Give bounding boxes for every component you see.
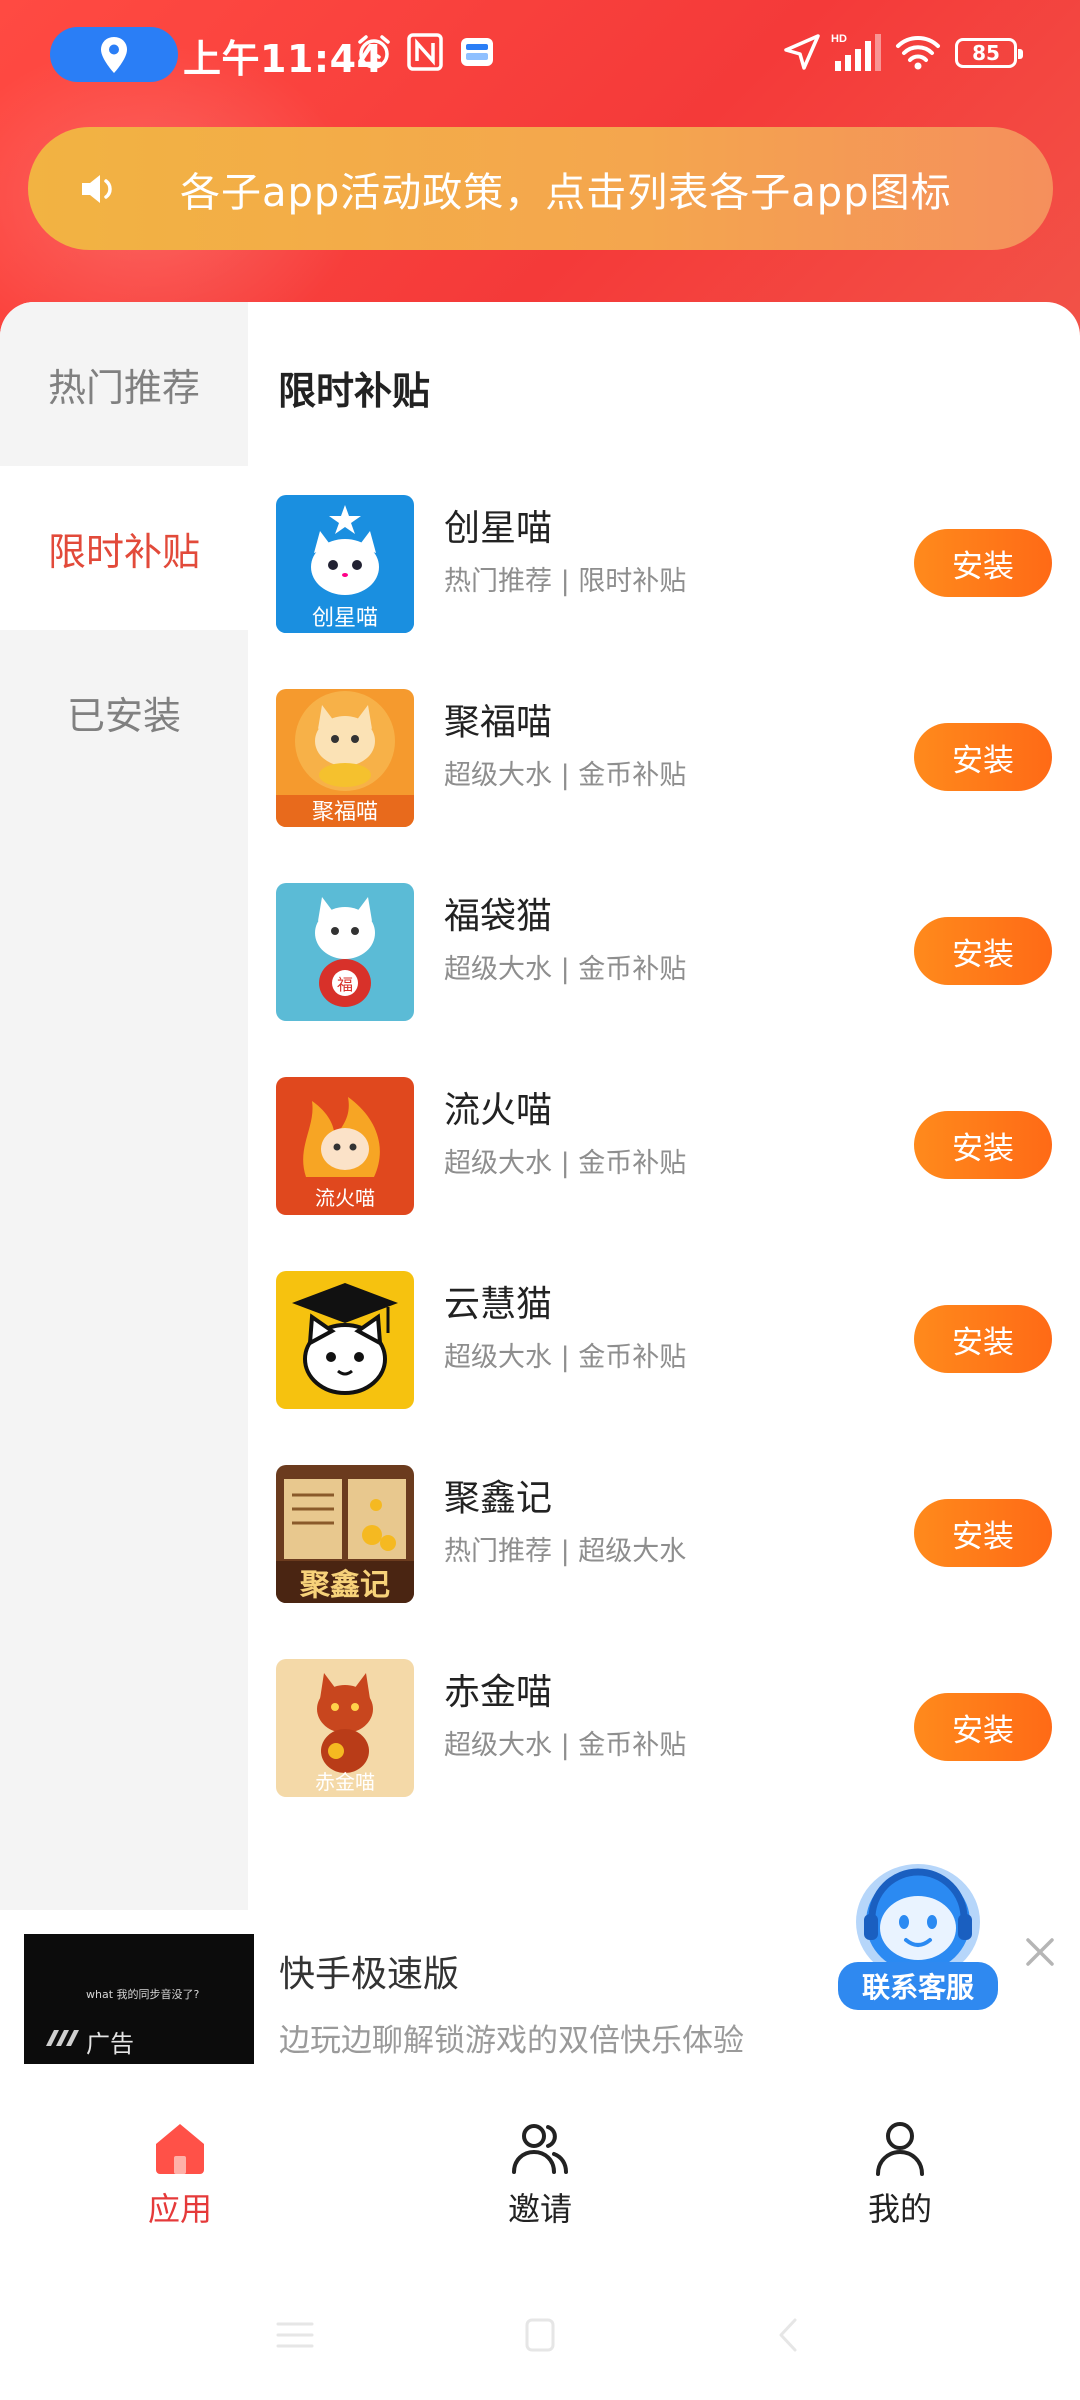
app-icon-label: 聚鑫记: [299, 1568, 390, 1603]
install-button[interactable]: 安装: [914, 723, 1052, 791]
sidebar-item-limited-subsidy[interactable]: 限时补贴: [0, 466, 248, 630]
install-button[interactable]: 安装: [914, 1305, 1052, 1373]
app-screen: 上午11:44 HD 85 各子app活动政策，点击列表各子app图标 热门推荐: [0, 0, 1080, 2400]
battery-level: 85: [972, 41, 1000, 65]
app-tags: 超级大水 | 金币补贴: [444, 954, 687, 985]
cell-signal-icon: HD: [830, 30, 884, 74]
notice-bar[interactable]: 各子app活动政策，点击列表各子app图标: [28, 127, 1053, 250]
app-tags: 热门推荐 | 限时补贴: [444, 566, 687, 597]
customer-service-button[interactable]: 联系客服: [838, 1858, 998, 2020]
cat-fire-app-icon[interactable]: 流火喵: [276, 1077, 414, 1215]
speaker-icon: [78, 164, 128, 214]
app-name: 创星喵: [444, 508, 553, 549]
alarm-icon: [352, 30, 396, 74]
app-name: 福袋猫: [444, 896, 553, 937]
app-row-chijinmiao: 赤金喵 赤金喵 超级大水 | 金币补贴 安装: [276, 1659, 1066, 1853]
ad-title: 快手极速版: [279, 1954, 460, 1995]
hd-badge: HD: [831, 33, 847, 45]
book-coins-app-icon[interactable]: 聚鑫记: [276, 1465, 414, 1603]
status-bar: 上午11:44 HD 85: [0, 0, 1080, 110]
bottom-nav: 应用 邀请 我的: [0, 2070, 1080, 2270]
app-row-jufumiao: 聚福喵 聚福喵 超级大水 | 金币补贴 安装: [276, 689, 1066, 883]
app-tags: 超级大水 | 金币补贴: [444, 760, 687, 791]
cat-lucky-bag-app-icon[interactable]: 福: [276, 883, 414, 1021]
app-name: 聚鑫记: [444, 1478, 553, 1519]
ad-thumbnail[interactable]: what 我的同步音没了? 广告: [24, 1934, 254, 2064]
app-tags: 超级大水 | 金币补贴: [444, 1342, 687, 1373]
main-panel: 热门推荐 限时补贴 已安装 限时补贴 创星喵 创星喵 热门推荐 | 限时补贴 安…: [0, 302, 1080, 1910]
ad-description: 边玩边聊解锁游戏的双倍快乐体验: [279, 2023, 744, 2059]
battery-icon: 85: [955, 38, 1023, 68]
install-button[interactable]: 安装: [914, 917, 1052, 985]
nav-item-invite[interactable]: 邀请: [440, 2118, 640, 2230]
kuaishou-logo-icon: [46, 2030, 79, 2046]
svg-text:福: 福: [337, 975, 353, 994]
cat-star-app-icon[interactable]: 创星喵: [276, 495, 414, 633]
app-tags: 超级大水 | 金币补贴: [444, 1148, 687, 1179]
location-pin-icon[interactable]: [50, 27, 178, 82]
app-name: 云慧猫: [444, 1284, 553, 1325]
app-content: 限时补贴 创星喵 创星喵 热门推荐 | 限时补贴 安装 聚福喵 聚福喵 超级大水…: [248, 302, 1080, 1910]
cat-graduation-cap-app-icon[interactable]: [276, 1271, 414, 1409]
wifi-icon: [893, 30, 943, 74]
app-row-fudaimao: 福 福袋猫 超级大水 | 金币补贴 安装: [276, 883, 1066, 1077]
ad-label: 广告: [86, 2030, 134, 2058]
menu-icon[interactable]: [270, 2310, 320, 2360]
home-icon: [156, 2124, 204, 2174]
install-button[interactable]: 安装: [914, 1499, 1052, 1567]
ad-thumbnail-caption: what 我的同步音没了?: [86, 1988, 200, 2001]
app-icon-label: 流火喵: [315, 1186, 375, 1210]
sidebar-item-hot[interactable]: 热门推荐: [0, 302, 248, 466]
app-list: 创星喵 创星喵 热门推荐 | 限时补贴 安装 聚福喵 聚福喵 超级大水 | 金币…: [276, 495, 1066, 1853]
nav-label: 我的: [867, 2190, 932, 2228]
navigation-arrow-icon: [780, 30, 824, 74]
sidebar-item-installed[interactable]: 已安装: [0, 630, 248, 794]
nav-label: 应用: [147, 2190, 212, 2228]
nav-label: 邀请: [507, 2190, 572, 2228]
app-icon-label: 创星喵: [312, 606, 378, 631]
install-button[interactable]: 安装: [914, 1111, 1052, 1179]
app-row-liuhuomiao: 流火喵 流火喵 超级大水 | 金币补贴 安装: [276, 1077, 1066, 1271]
app-name: 赤金喵: [444, 1672, 553, 1713]
install-button[interactable]: 安装: [914, 1693, 1052, 1761]
cat-gold-ingot-app-icon[interactable]: 聚福喵: [276, 689, 414, 827]
notice-text: 各子app活动政策，点击列表各子app图标: [180, 169, 952, 216]
nav-item-apps[interactable]: 应用: [80, 2118, 280, 2230]
system-navigation-bar: [0, 2270, 1080, 2400]
app-row-chuangxingmiao: 创星喵 创星喵 热门推荐 | 限时补贴 安装: [276, 495, 1066, 689]
section-title: 限时补贴: [278, 369, 431, 413]
customer-service-label: 联系客服: [838, 1962, 998, 2010]
install-button[interactable]: 安装: [914, 529, 1052, 597]
app-row-juxinji: 聚鑫记 聚鑫记 热门推荐 | 超级大水 安装: [276, 1465, 1066, 1659]
users-icon: [512, 2124, 568, 2174]
app-icon-label: 赤金喵: [315, 1770, 375, 1794]
user-icon: [876, 2122, 924, 2176]
app-name: 流火喵: [444, 1090, 553, 1131]
home-square-icon[interactable]: [515, 2310, 565, 2360]
nav-item-mine[interactable]: 我的: [800, 2118, 1000, 2230]
app-name: 聚福喵: [444, 702, 553, 743]
back-icon[interactable]: [765, 2310, 815, 2360]
app-tags: 热门推荐 | 超级大水: [444, 1536, 687, 1567]
red-gold-cat-app-icon[interactable]: 赤金喵: [276, 1659, 414, 1797]
wallet-icon: [457, 30, 497, 74]
nfc-icon: [405, 30, 445, 74]
app-icon-label: 聚福喵: [312, 800, 378, 825]
app-tags: 超级大水 | 金币补贴: [444, 1730, 687, 1761]
app-row-yunhuimao: 云慧猫 超级大水 | 金币补贴 安装: [276, 1271, 1066, 1465]
close-icon[interactable]: [1020, 1932, 1060, 1972]
category-sidebar: 热门推荐 限时补贴 已安装: [0, 302, 248, 1910]
